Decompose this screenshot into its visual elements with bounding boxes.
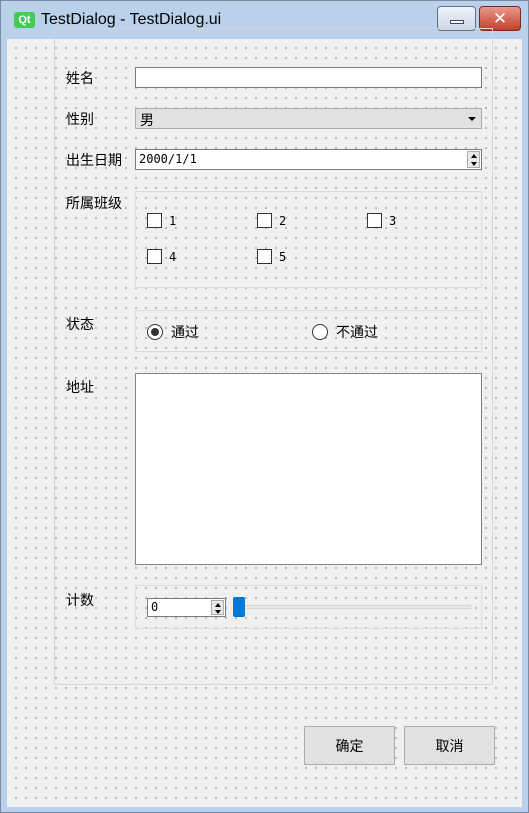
birthdate-spin-buttons [467,151,480,168]
class-checkbox-label: 5 [279,249,287,264]
class-checkbox-4[interactable]: 4 [147,249,176,264]
checkbox-box [147,249,162,264]
class-checkbox-1[interactable]: 1 [147,213,176,228]
class-checkbox-5[interactable]: 5 [257,249,286,264]
count-slider-handle[interactable] [233,597,245,617]
dialog-window: Qt TestDialog - TestDialog.ui ✕ 姓名 性别 男 … [0,0,529,813]
radio-checked-indicator [147,324,163,340]
count-spinbox[interactable]: 0 [147,598,226,617]
status-radio-pass[interactable]: 通过 [147,322,199,342]
count-label: 计数 [66,593,94,609]
spin-down-button[interactable] [468,160,479,167]
spin-down-button[interactable] [212,608,223,615]
name-label: 姓名 [66,71,94,87]
radio-unchecked-indicator [312,324,328,340]
checkbox-box [147,213,162,228]
arrow-up-icon [214,602,221,607]
spin-up-button[interactable] [468,152,479,159]
arrow-up-icon [470,153,477,158]
status-radio-label: 通过 [171,325,199,341]
birthdate-value: 2000/1/1 [139,152,197,166]
form-layer: 姓名 性别 男 出生日期 2000/1/1 所属班级 1 2 3 4 5 状态 … [1,1,528,812]
count-spinbox-value: 0 [151,600,159,614]
arrow-down-icon [470,161,477,166]
checkbox-box [257,213,272,228]
gender-label: 性别 [66,112,94,128]
class-label: 所属班级 [66,196,122,212]
class-checkbox-2[interactable]: 2 [257,213,286,228]
class-checkbox-label: 4 [169,249,177,264]
dropdown-arrow-icon [468,117,476,121]
class-groupbox [135,191,482,288]
name-input[interactable] [135,67,482,88]
checkbox-box [367,213,382,228]
class-checkbox-label: 3 [389,213,397,228]
count-spin-buttons [211,600,224,615]
checkbox-box [257,249,272,264]
status-label: 状态 [66,317,94,333]
count-slider-track[interactable] [237,605,471,609]
ok-button[interactable]: 确定 [304,726,395,765]
class-checkbox-label: 1 [169,213,177,228]
class-checkbox-3[interactable]: 3 [367,213,396,228]
birthdate-edit[interactable]: 2000/1/1 [135,149,482,170]
status-radio-fail[interactable]: 不通过 [312,322,378,342]
arrow-down-icon [214,609,221,614]
status-radio-label: 不通过 [336,325,378,341]
address-textedit[interactable] [135,373,482,565]
cancel-button[interactable]: 取消 [404,726,495,765]
class-checkbox-label: 2 [279,213,287,228]
address-label: 地址 [66,380,94,396]
gender-combobox[interactable]: 男 [135,108,482,129]
gender-selected-value: 男 [140,113,154,129]
spin-up-button[interactable] [212,601,223,608]
birthdate-label: 出生日期 [66,153,122,169]
